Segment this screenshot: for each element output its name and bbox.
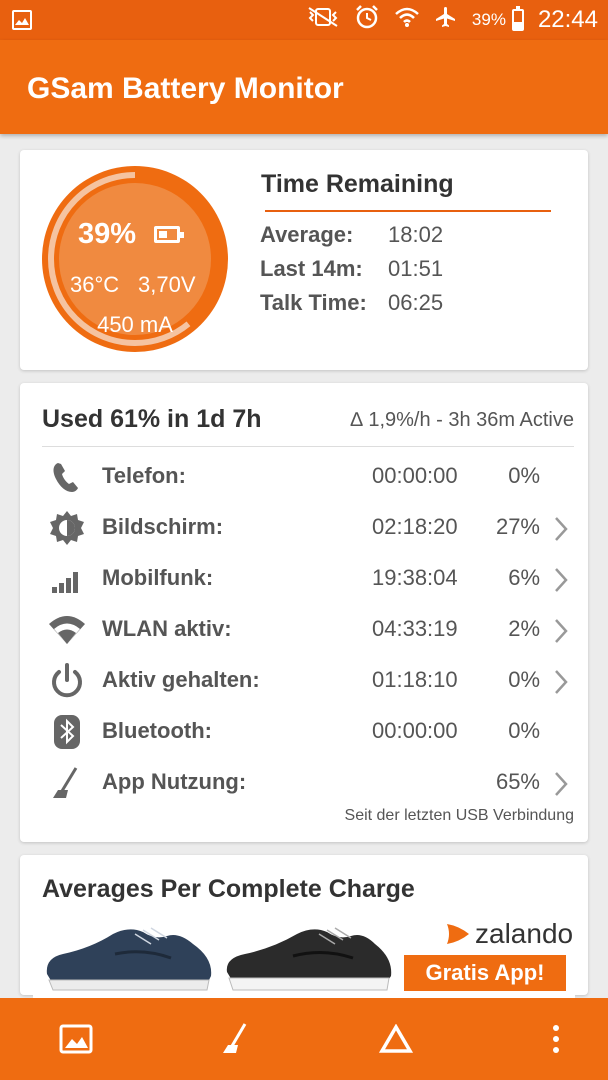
chevron-right-icon[interactable] [550,669,572,695]
delta-icon [379,1024,413,1053]
usage-row-label: WLAN aktiv: [102,616,232,641]
app-usage-icon [223,1023,247,1053]
zalando-brand: zalando [475,918,574,949]
alarm-icon [354,4,380,36]
ad-cta-button[interactable]: Gratis App! [404,955,566,991]
usage-title: Used 61% in 1d 7h [42,405,262,433]
chevron-right-icon[interactable] [550,771,572,797]
gauge-current: 450 mA [97,312,173,337]
time-remaining-value: 01:51 [388,256,444,281]
usage-row-mobilfunk[interactable]: Mobilfunk: 19:38:04 6% [20,553,588,603]
battery-gauge[interactable]: 39% 36°C 3,70V 450 mA [42,166,228,352]
app-bar: GSam Battery Monitor [0,40,608,134]
sneaker-image [46,927,212,991]
usage-rate: ∆ 1,9%/h - 3h 36m Active [350,409,574,431]
usage-row-time: 00:00:00 [372,463,458,488]
battery-percent: 39% [471,10,506,29]
usage-row-time: 19:38:04 [372,565,458,590]
chevron-right-icon[interactable] [550,618,572,644]
time-remaining-label: Average: [260,222,354,247]
usage-row-label: Mobilfunk: [102,565,214,590]
status-bar: 39% 22:44 [0,0,608,40]
wifi-icon [48,612,86,648]
signal-bars-icon [48,561,86,597]
delta-button[interactable] [356,998,436,1080]
usage-row-time: 04:33:19 [372,616,458,641]
sneaker-image [226,927,392,991]
app-usage-button[interactable] [196,998,276,1080]
usage-row-bildschirm[interactable]: Bildschirm: 02:18:20 27% [20,502,588,552]
ad-banner[interactable]: zalando Gratis App! [33,914,575,1000]
divider [42,446,574,447]
usage-row-label: App Nutzung: [102,769,247,794]
bluetooth-icon [48,714,86,750]
time-remaining-value: 06:25 [388,290,444,315]
usage-row-percent: 65% [495,769,540,794]
usage-row-telefon[interactable]: Telefon: 00:00:00 0% [20,451,588,501]
usage-row-percent: 2% [508,616,540,641]
time-remaining-label: Talk Time: [260,290,367,315]
chevron-right-icon[interactable] [550,516,572,542]
gauge-temperature: 36°C [70,272,120,297]
usage-row-percent: 0% [508,718,540,743]
image-button[interactable] [36,998,116,1080]
battery-icon [154,226,184,243]
usage-row-percent: 27% [495,514,540,539]
usage-row-label: Aktiv gehalten: [102,667,260,692]
zalando-logo: zalando [443,918,573,950]
gauge-voltage: 3,70V [138,272,196,297]
brightness-icon [48,510,86,546]
usage-row-percent: 0% [508,667,540,692]
usage-row-wlan[interactable]: WLAN aktiv: 04:33:19 2% [20,604,588,654]
averages-title: Averages Per Complete Charge [42,875,415,903]
overflow-menu-button[interactable] [516,998,596,1080]
vibrate-off-icon [306,6,340,34]
battery-summary-card[interactable]: 39% 36°C 3,70V 450 mA Time Remaining Ave… [20,150,588,370]
gauge-percent: 39% [78,218,137,250]
title-underline [265,210,551,212]
usage-row-percent: 6% [508,565,540,590]
usage-row-label: Telefon: [102,463,186,488]
usage-row-label: Bluetooth: [102,718,212,743]
usage-card: Used 61% in 1d 7h ∆ 1,9%/h - 3h 36m Acti… [20,383,588,842]
usage-row-bluetooth[interactable]: Bluetooth: 00:00:00 0% [20,706,588,756]
power-icon [48,663,86,699]
usage-row-percent: 0% [508,463,540,488]
app-usage-icon [48,765,86,801]
time-remaining-label: Last 14m: [260,256,363,281]
usage-row-time: 00:00:00 [372,718,458,743]
usage-row-aktiv-gehalten[interactable]: Aktiv gehalten: 01:18:10 0% [20,655,588,705]
time-remaining-title: Time Remaining [261,170,454,198]
more-vert-icon [553,1025,559,1053]
usage-footnote: Seit der letzten USB Verbindung [344,807,574,824]
time-remaining-value: 18:02 [388,222,444,247]
battery-icon [511,6,524,31]
usage-row-app-nutzung[interactable]: App Nutzung: 65% [20,757,588,807]
clock: 22:44 [537,6,598,33]
usage-row-time: 02:18:20 [372,514,458,539]
zalando-mark-icon [447,924,469,944]
usage-row-label: Bildschirm: [102,514,224,539]
battery-level-fill [513,21,522,29]
chevron-right-icon[interactable] [550,567,572,593]
wifi-icon [394,5,420,35]
app-title: GSam Battery Monitor [27,72,344,105]
bottom-bar [0,998,608,1080]
usage-row-time: 01:18:10 [372,667,458,692]
airplane-icon [434,5,458,35]
phone-icon [48,459,86,495]
image-icon [12,10,32,30]
image-icon [59,1024,93,1054]
